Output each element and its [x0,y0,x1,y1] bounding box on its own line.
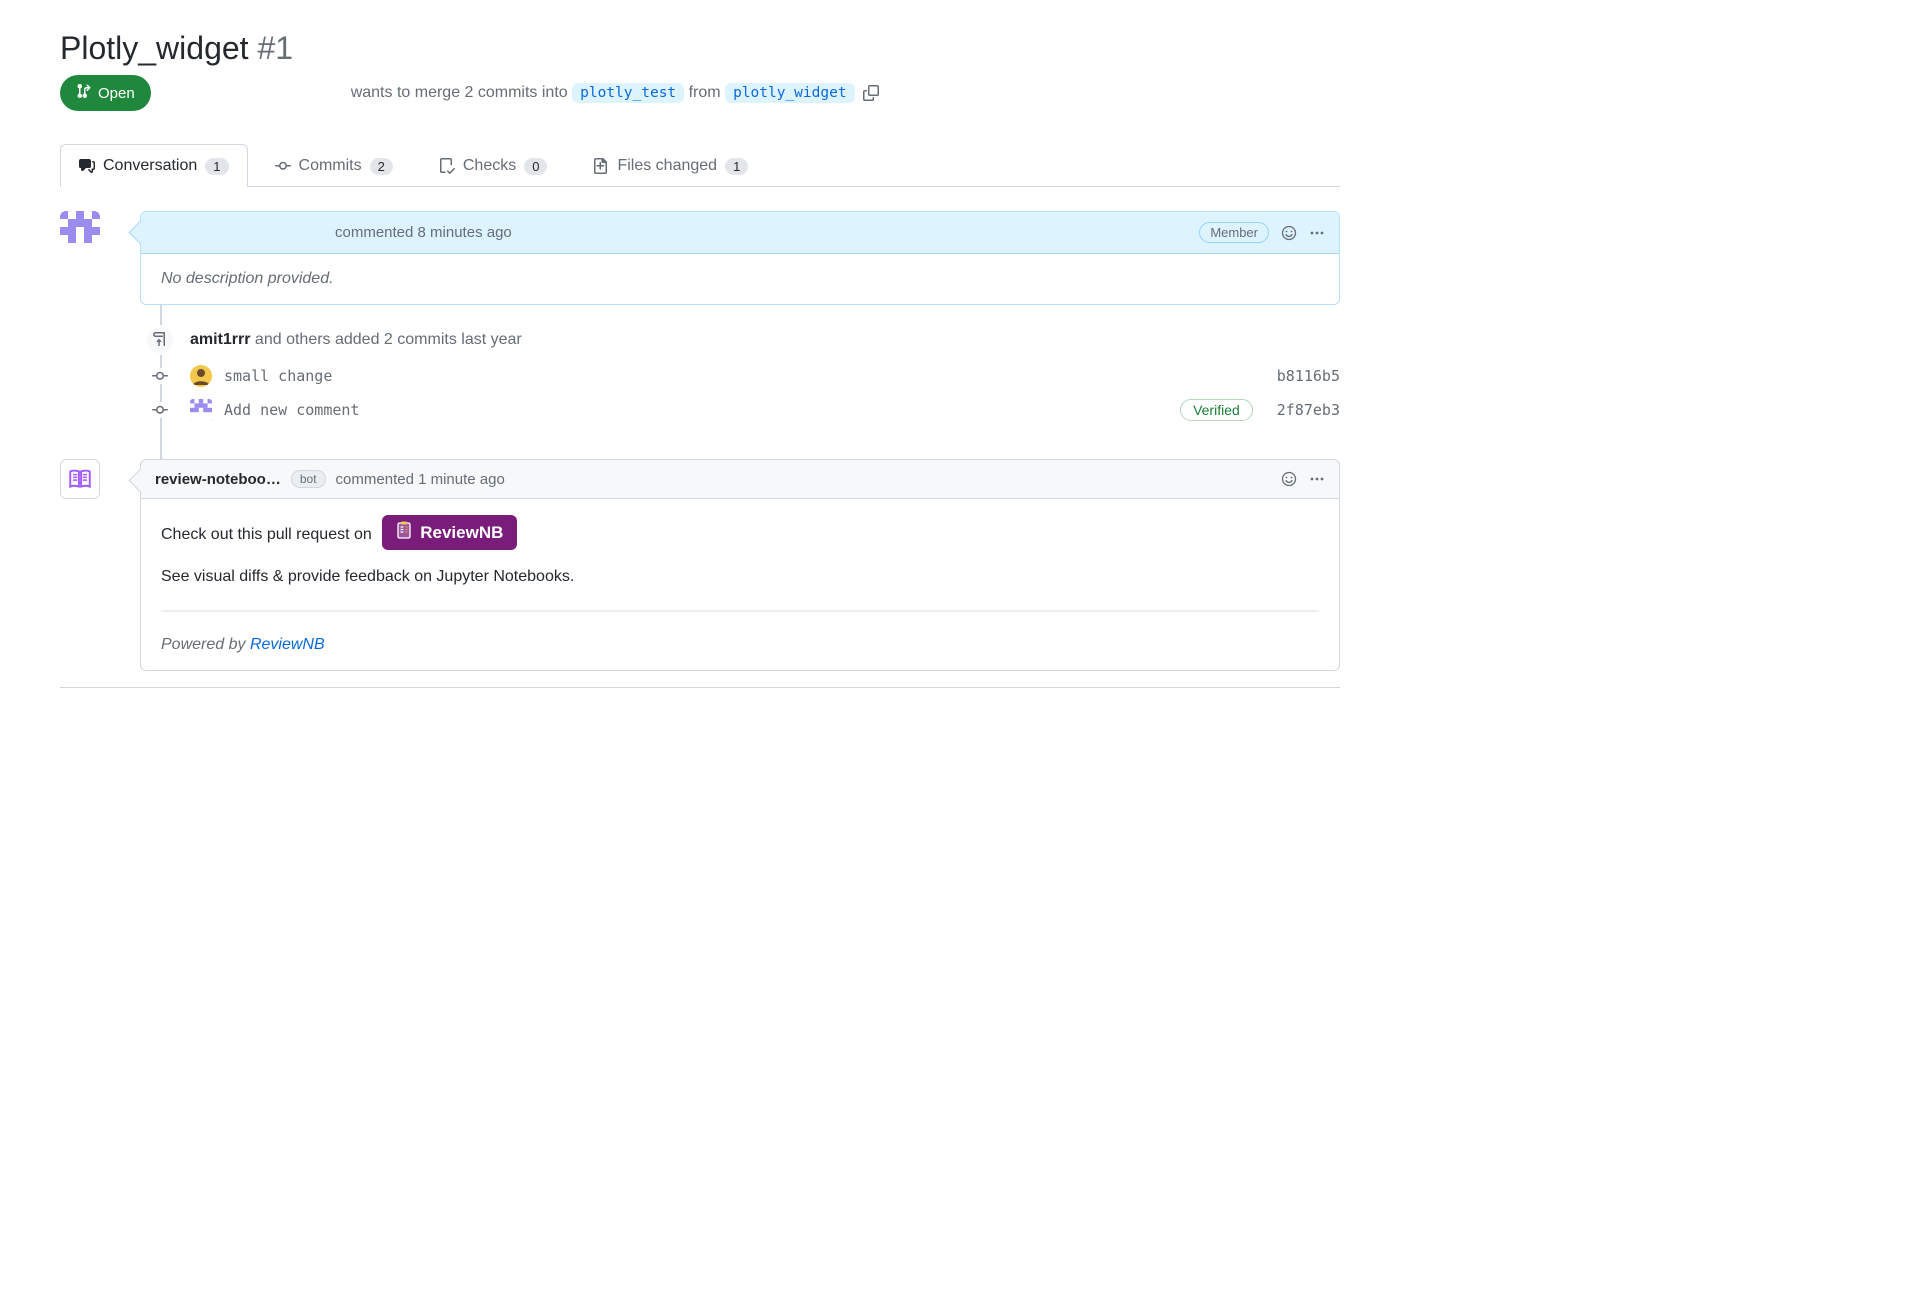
add-reaction-button[interactable] [1281,225,1297,241]
commit-sha[interactable]: 2f87eb3 [1277,401,1340,419]
comment-menu-button[interactable] [1309,471,1325,487]
comment-body-text: No description provided. [161,270,334,287]
file-diff-icon [593,158,609,174]
git-pull-request-icon [76,83,92,103]
tab-commits[interactable]: Commits 2 [256,144,412,187]
pr-state-badge: Open [60,75,151,111]
bot-badge: bot [291,470,326,488]
comment-menu-button[interactable] [1309,225,1325,241]
verified-badge[interactable]: Verified [1180,399,1253,421]
base-branch[interactable]: plotly_test [572,83,684,103]
pr-subheader: Open wants to merge 2 commits into plotl… [60,75,1340,111]
pixel-avatar-icon [60,211,100,251]
bot-comment: review-noteboo… bot commented 1 minute a… [140,459,1340,671]
copy-branch-icon[interactable] [863,85,879,101]
comment-discussion-icon [79,158,95,174]
reviewnb-link[interactable]: ReviewNB [250,636,325,653]
git-commit-icon [152,368,168,384]
pr-tabs: Conversation 1 Commits 2 Checks 0 Files … [60,143,1340,187]
bot-body-line2: See visual diffs & provide feedback on J… [161,568,1319,586]
comment-header-text: commented 8 minutes ago [335,224,512,241]
reviewnb-link-button[interactable]: ReviewNB [382,515,517,550]
git-commit-icon [152,402,168,418]
commit-row: Add new comment Verified 2f87eb3 [140,393,1340,427]
pr-title-text: Plotly_widget [60,30,249,66]
timeline: commented 8 minutes ago Member No descri… [60,211,1340,671]
add-reaction-button[interactable] [1281,471,1297,487]
commit-author-avatar[interactable] [190,399,212,421]
tab-checks[interactable]: Checks 0 [420,144,567,187]
head-branch[interactable]: plotly_widget [725,83,855,103]
timeline-event-text: amit1rrr and others added 2 commits last… [190,331,522,349]
bottom-divider [60,687,1340,711]
author-avatar[interactable] [60,211,100,251]
bot-author-name[interactable]: review-noteboo… [155,471,281,488]
pr-state-label: Open [98,85,135,102]
pr-title: Plotly_widget #1 [60,30,1340,67]
opening-comment: commented 8 minutes ago Member No descri… [140,211,1340,305]
commit-sha[interactable]: b8116b5 [1277,367,1340,385]
bot-avatar[interactable] [60,459,100,499]
commit-message[interactable]: small change [224,367,1277,385]
author-role-badge: Member [1199,222,1269,243]
tab-files-changed[interactable]: Files changed 1 [574,144,767,187]
timeline-event: amit1rrr and others added 2 commits last… [140,321,1340,359]
clipboard-icon [396,521,412,544]
pr-number: #1 [257,30,293,66]
powered-by: Powered by ReviewNB [161,636,1319,654]
book-icon [67,466,93,492]
merge-description: wants to merge 2 commits into plotly_tes… [351,84,879,102]
bot-comment-header-text: commented 1 minute ago [336,471,505,488]
tab-conversation[interactable]: Conversation 1 [60,144,248,187]
commit-author-avatar[interactable] [190,365,212,387]
commit-row: small change b8116b5 [140,359,1340,393]
checklist-icon [439,158,455,174]
git-commit-icon [275,158,291,174]
repo-push-icon [145,325,175,355]
divider [161,610,1319,612]
commit-message[interactable]: Add new comment [224,401,1180,419]
